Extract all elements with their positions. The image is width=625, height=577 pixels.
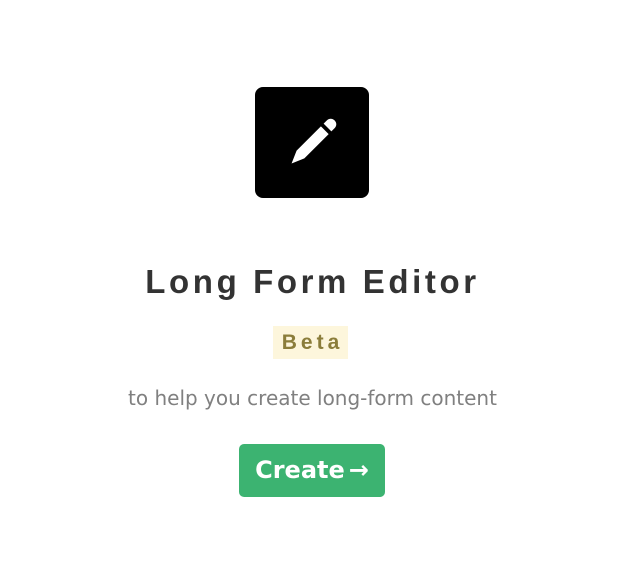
page-title: Long Form Editor bbox=[145, 263, 480, 300]
page-subtitle: to help you create long-form content bbox=[128, 386, 497, 410]
editor-intro-screen: Long Form Editor Beta to help you create… bbox=[0, 0, 625, 577]
pencil-icon bbox=[291, 118, 337, 163]
beta-badge: Beta bbox=[273, 326, 348, 359]
create-button-label: Create bbox=[255, 456, 345, 484]
app-logo bbox=[255, 87, 369, 198]
arrow-right-icon: → bbox=[348, 456, 369, 484]
create-button[interactable]: Create → bbox=[239, 444, 385, 497]
